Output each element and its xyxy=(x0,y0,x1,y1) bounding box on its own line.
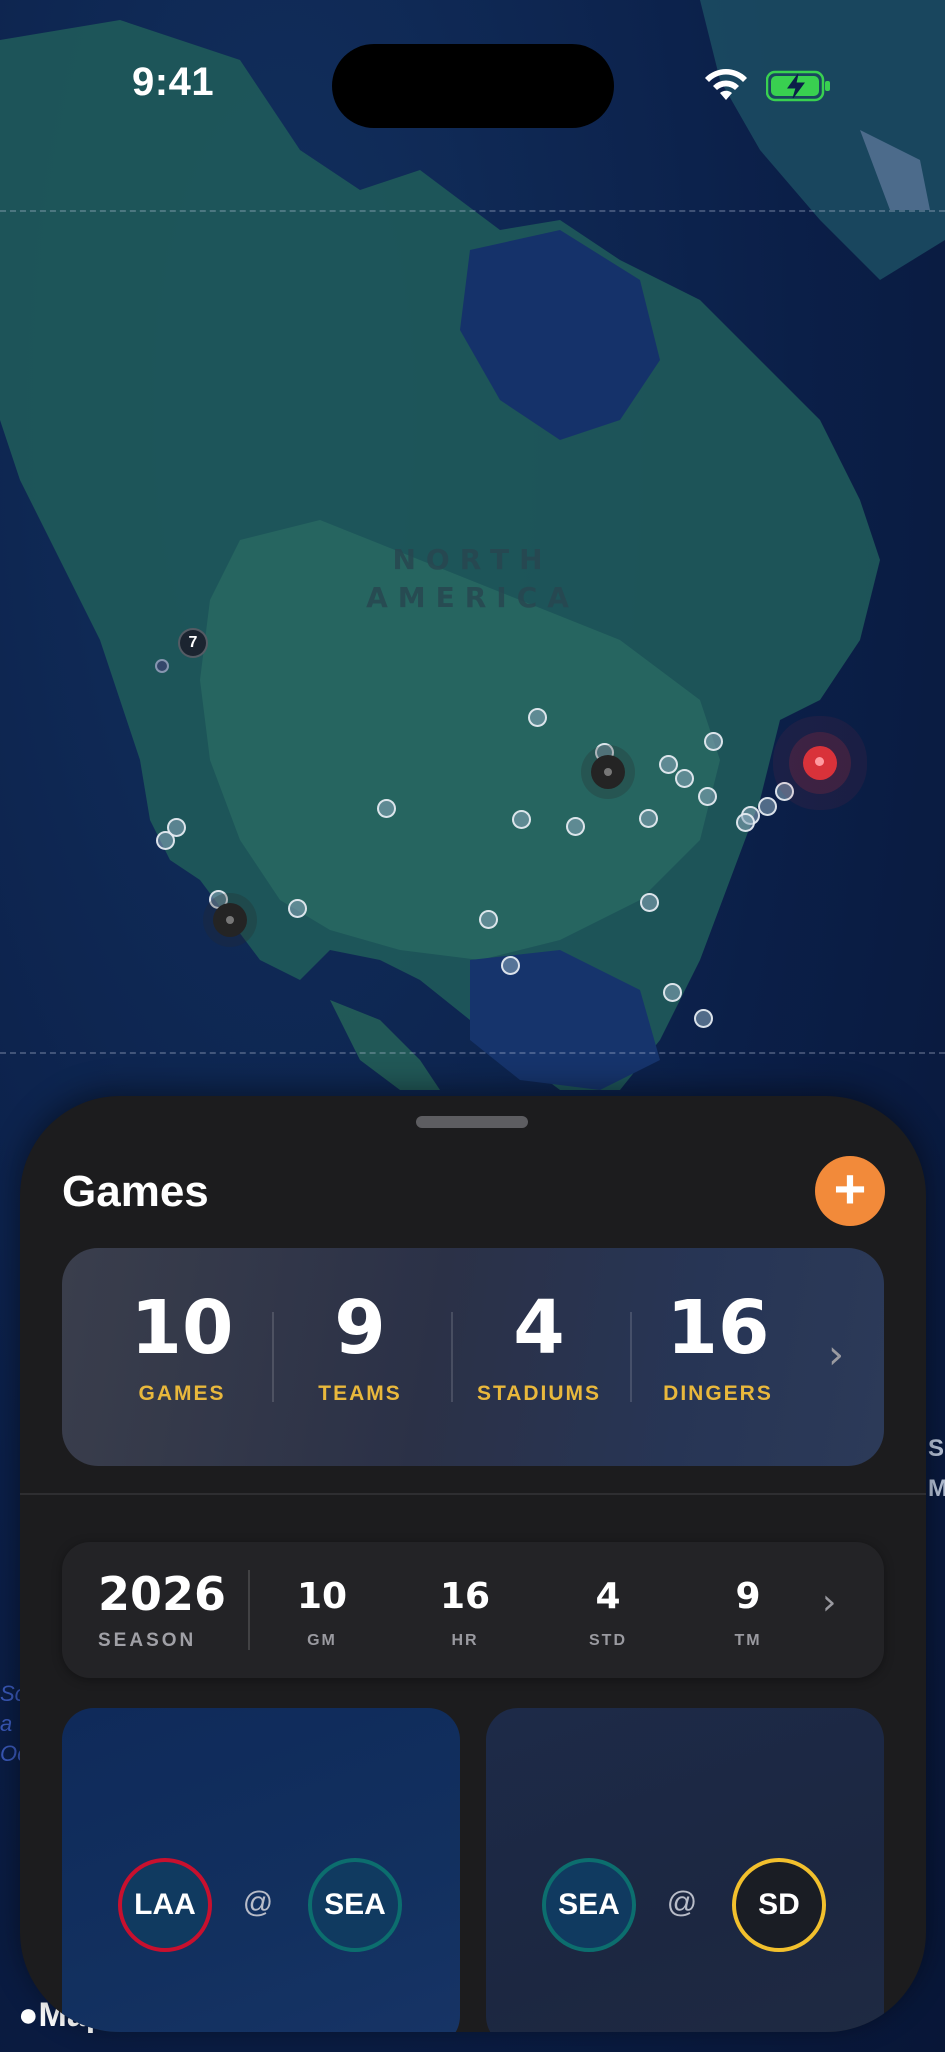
team-badge-home: SEA xyxy=(308,1858,402,1952)
season-stat-value: 9 xyxy=(735,1576,761,1617)
chevron-right-icon: › xyxy=(822,1582,837,1623)
season-stat-value: 10 xyxy=(296,1576,348,1617)
map-pin[interactable] xyxy=(288,899,307,918)
season-stat-games: 10 GM xyxy=(272,1576,372,1650)
map-pin[interactable] xyxy=(675,769,694,788)
season-label: SEASON xyxy=(98,1630,197,1651)
team-badge-away: SEA xyxy=(542,1858,636,1952)
map-pin[interactable] xyxy=(512,810,531,829)
stat-teams: 9 TEAMS xyxy=(270,1288,450,1406)
sheet-grabber[interactable] xyxy=(416,1116,528,1128)
team-badge-home: SD xyxy=(732,1858,826,1952)
team-badge-away: LAA xyxy=(118,1858,212,1952)
stat-dingers: 16 DINGERS xyxy=(628,1288,808,1406)
season-stat-homeruns: 16 HR xyxy=(415,1576,515,1650)
map-pin[interactable] xyxy=(377,799,396,818)
stat-label: TEAMS xyxy=(318,1382,402,1405)
map-pin[interactable] xyxy=(659,755,678,774)
stat-label: DINGERS xyxy=(663,1382,773,1405)
map-edge-label: M xyxy=(928,1475,945,1502)
map-pin-selected[interactable] xyxy=(213,903,247,937)
map-pin[interactable] xyxy=(155,659,169,673)
stat-label: STADIUMS xyxy=(476,1382,602,1405)
continent-label: AMERICA xyxy=(366,581,579,614)
section-divider xyxy=(20,1493,926,1495)
wifi-icon xyxy=(705,69,747,100)
continent-label: NORTH xyxy=(392,543,553,576)
season-stat-value: 16 xyxy=(439,1576,491,1617)
stat-value: 4 xyxy=(513,1285,565,1371)
game-card[interactable]: SEA @ SD xyxy=(486,1708,884,2032)
stat-value: 9 xyxy=(334,1285,386,1371)
map-edge-label: a xyxy=(0,1711,13,1736)
chevron-right-icon: › xyxy=(828,1332,844,1378)
season-stat-label: STD xyxy=(589,1632,627,1649)
map-edge-label: S xyxy=(928,1435,945,1462)
battery-charging-icon xyxy=(766,70,830,102)
map-pin[interactable] xyxy=(663,983,682,1002)
map-pin[interactable] xyxy=(775,782,794,801)
season-divider xyxy=(248,1570,250,1650)
map-pin[interactable] xyxy=(528,708,547,727)
map-pin[interactable] xyxy=(698,787,717,806)
map-pin[interactable] xyxy=(704,732,723,751)
map-pin[interactable] xyxy=(640,893,659,912)
map-pin-current[interactable] xyxy=(803,746,837,780)
overall-stats-card[interactable]: 10 GAMES 9 TEAMS 4 STADIUMS 16 DINGERS › xyxy=(62,1248,884,1466)
map-pin[interactable] xyxy=(566,817,585,836)
map-pin-selected[interactable] xyxy=(591,755,625,789)
map-pin[interactable] xyxy=(639,809,658,828)
season-summary-card[interactable]: 2026 SEASON 10 GM 16 HR 4 STD 9 TM › xyxy=(62,1542,884,1678)
at-symbol: @ xyxy=(242,1886,274,1919)
plus-icon: + xyxy=(833,1157,867,1220)
season-stat-teams: 9 TM xyxy=(698,1576,798,1650)
add-game-button[interactable]: + xyxy=(815,1156,885,1226)
map-cluster-marker[interactable]: 7 xyxy=(178,628,208,658)
sheet-title: Games xyxy=(62,1167,209,1216)
apple-logo-icon: ● xyxy=(18,1996,39,2034)
map-pin[interactable] xyxy=(736,813,755,832)
season-stat-label: HR xyxy=(451,1632,479,1649)
at-symbol: @ xyxy=(666,1886,698,1919)
map-gridline xyxy=(0,1052,945,1054)
season-stat-label: GM xyxy=(307,1632,337,1649)
stat-value: 10 xyxy=(130,1285,234,1371)
map-pin[interactable] xyxy=(758,797,777,816)
games-sheet[interactable]: Games + 10 GAMES 9 TEAMS 4 STADIUMS 16 D… xyxy=(20,1096,926,2032)
season-stat-label: TM xyxy=(734,1632,762,1649)
season-stat-stadiums: 4 STD xyxy=(558,1576,658,1650)
stat-value: 16 xyxy=(666,1285,770,1371)
game-card[interactable]: LAA @ SEA xyxy=(62,1708,460,2032)
season-year: 2026 xyxy=(98,1567,227,1621)
season-stat-value: 4 xyxy=(595,1576,621,1617)
stat-stadiums: 4 STADIUMS xyxy=(449,1288,629,1406)
map-gridline xyxy=(0,210,945,212)
stat-label: GAMES xyxy=(138,1382,226,1405)
map-pin[interactable] xyxy=(156,831,175,850)
stat-games: 10 GAMES xyxy=(92,1288,272,1406)
map-pin[interactable] xyxy=(501,956,520,975)
status-time: 9:41 xyxy=(132,60,215,104)
map-pin[interactable] xyxy=(694,1009,713,1028)
map-pin[interactable] xyxy=(479,910,498,929)
dynamic-island xyxy=(332,44,614,128)
